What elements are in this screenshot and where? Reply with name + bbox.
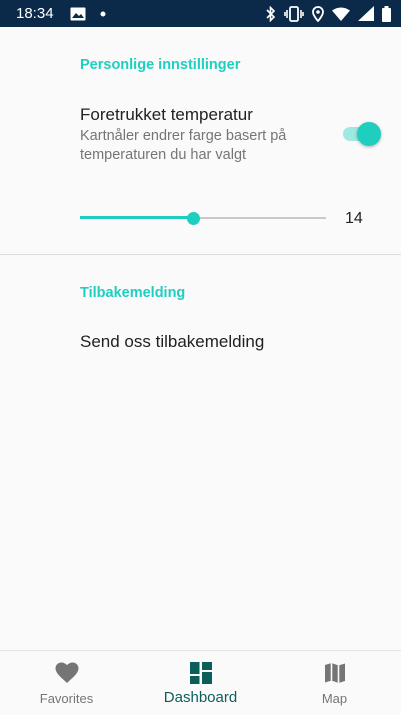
image-icon bbox=[70, 7, 86, 21]
status-bar: 18:34 bbox=[0, 0, 401, 27]
nav-dashboard-label: Dashboard bbox=[163, 689, 238, 706]
nav-dashboard[interactable]: Dashboard bbox=[134, 651, 267, 715]
battery-icon bbox=[382, 5, 391, 22]
nav-favorites-label: Favorites bbox=[39, 691, 94, 706]
temperature-value: 14 bbox=[345, 210, 363, 227]
dot-icon bbox=[100, 11, 106, 17]
section-divider bbox=[0, 254, 401, 255]
nav-map-label: Map bbox=[321, 691, 348, 706]
preferred-temperature-subtitle: Kartnåler endrer farge basert på tempera… bbox=[80, 128, 287, 163]
location-icon bbox=[312, 5, 324, 22]
bluetooth-icon bbox=[266, 5, 276, 22]
bottom-navigation: Favorites Dashboard Map bbox=[0, 650, 401, 714]
temperature-slider[interactable] bbox=[80, 208, 326, 228]
dashboard-icon bbox=[189, 662, 212, 689]
wifi-icon bbox=[332, 7, 350, 21]
feedback-header: Tilbakemelding bbox=[80, 285, 186, 301]
nav-map[interactable]: Map bbox=[268, 651, 401, 715]
preferred-temperature-switch[interactable] bbox=[343, 122, 381, 146]
status-time: 18:34 bbox=[16, 5, 54, 22]
heart-icon bbox=[55, 662, 79, 689]
slider-fill bbox=[80, 216, 193, 219]
slider-thumb[interactable] bbox=[187, 212, 200, 225]
nav-favorites[interactable]: Favorites bbox=[0, 651, 133, 715]
send-feedback-item[interactable]: Send oss tilbakemelding bbox=[80, 332, 264, 352]
personal-settings-header: Personlige innstillinger bbox=[80, 57, 241, 73]
map-icon bbox=[324, 662, 346, 689]
cell-signal-icon bbox=[358, 6, 374, 21]
preferred-temperature-title: Foretrukket temperatur bbox=[80, 105, 253, 124]
vibrate-icon bbox=[284, 5, 304, 22]
switch-thumb bbox=[357, 122, 381, 146]
